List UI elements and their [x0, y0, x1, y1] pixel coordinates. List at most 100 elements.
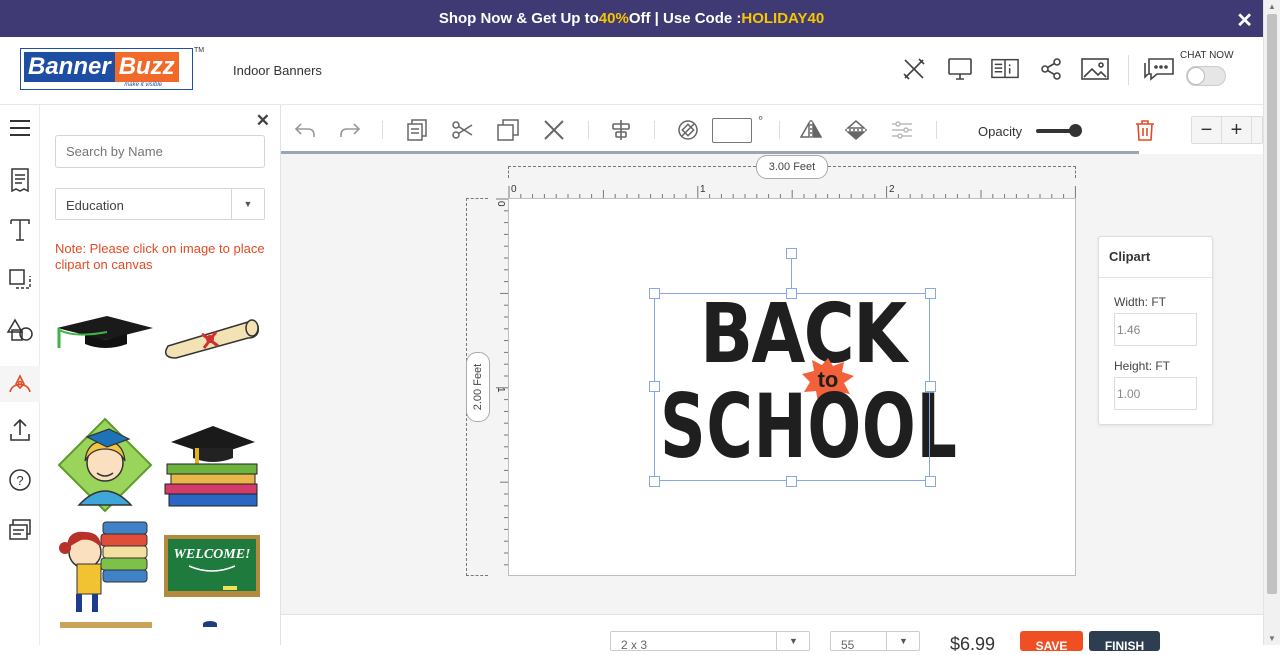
desktop-preview-icon[interactable] — [946, 55, 974, 83]
trademark: TM — [194, 47, 205, 54]
menu-icon[interactable] — [6, 114, 34, 142]
degree-symbol: ° — [758, 113, 764, 128]
scroll-down-icon[interactable]: ▼ — [1268, 634, 1276, 643]
category-select[interactable]: Education ▼ — [55, 188, 265, 220]
width-label: Width: FT — [1114, 295, 1167, 309]
help-icon[interactable]: ? — [6, 466, 34, 494]
clipart-girl-with-books[interactable] — [55, 517, 155, 615]
zoom-out-button[interactable]: − — [1192, 117, 1222, 143]
layers-icon[interactable] — [6, 516, 34, 544]
promo-code: HOLIDAY40 — [741, 10, 825, 27]
toolbar-divider — [588, 121, 589, 139]
height-dimension-pill: 2.00 Feet — [466, 352, 490, 422]
width-input[interactable]: 1.46 — [1114, 313, 1197, 346]
resize-handle-l[interactable] — [649, 381, 660, 392]
clipart-graduation-cap[interactable] — [55, 290, 155, 380]
save-button[interactable]: SAVE — [1020, 631, 1083, 653]
resize-handle-t[interactable] — [786, 288, 797, 299]
promo-percent: 40% — [598, 10, 629, 27]
page-scrollbar[interactable]: ▲ ▼ — [1263, 0, 1280, 645]
flip-vertical-icon[interactable] — [843, 118, 869, 142]
clipart-note: Note: Please click on image to place cli… — [55, 241, 265, 272]
delete-x-icon[interactable] — [541, 118, 567, 142]
resize-handle-tr[interactable] — [925, 288, 936, 299]
templates-icon[interactable] — [6, 166, 34, 194]
text-icon[interactable] — [6, 216, 34, 244]
chevron-down-icon[interactable]: ▼ — [886, 631, 920, 651]
redo-icon[interactable] — [337, 118, 363, 142]
rotation-input[interactable] — [712, 118, 752, 143]
adjust-icon[interactable] — [889, 118, 915, 142]
toggle-knob — [1187, 67, 1205, 85]
copy-icon[interactable] — [495, 118, 521, 142]
background-icon[interactable] — [6, 266, 34, 294]
details-icon[interactable] — [991, 55, 1019, 83]
search-input[interactable] — [55, 135, 265, 168]
clipart-partial[interactable] — [60, 622, 152, 628]
close-promo-icon[interactable]: ✕ — [1236, 8, 1253, 33]
ruler-h-label: 0 — [511, 184, 517, 195]
properties-divider — [1099, 277, 1212, 278]
promo-middle: Off | Use Code : — [628, 10, 742, 27]
chevron-down-icon[interactable]: ▼ — [231, 189, 264, 219]
align-icon[interactable] — [608, 118, 634, 142]
finish-button[interactable]: FINISH — [1089, 631, 1160, 653]
resize-handle-br[interactable] — [925, 476, 936, 487]
selection-box[interactable] — [654, 293, 930, 481]
upload-icon[interactable] — [6, 416, 34, 444]
chevron-down-icon[interactable]: ▼ — [776, 631, 810, 651]
scrollbar-thumb[interactable] — [1267, 14, 1277, 594]
left-toolbar: ? — [0, 105, 40, 645]
scroll-up-icon[interactable]: ▲ — [1268, 2, 1276, 11]
resize-handle-r[interactable] — [925, 381, 936, 392]
resize-handle-tl[interactable] — [649, 288, 660, 299]
share-icon[interactable] — [1037, 55, 1065, 83]
promo-banner: Shop Now & Get Up to 40% Off | Use Code … — [0, 0, 1263, 37]
trash-icon[interactable] — [1132, 118, 1158, 142]
editor-toolbar: ° Opacity − + — [281, 105, 1263, 154]
cut-icon[interactable] — [449, 118, 475, 142]
clipart-welcome-chalkboard[interactable]: WELCOME! — [162, 517, 262, 615]
promo-prefix: Shop Now & Get Up to — [438, 10, 599, 27]
height-input[interactable]: 1.00 — [1114, 377, 1197, 410]
breadcrumb[interactable]: Indoor Banners — [233, 63, 322, 78]
vertical-ruler: 0 1 — [495, 198, 508, 566]
image-preview-icon[interactable] — [1081, 55, 1109, 83]
opacity-label: Opacity — [978, 124, 1023, 139]
clipart-properties: Clipart Width: FT 1.46 Height: FT 1.00 — [1098, 236, 1213, 425]
logo-part2: Buzz — [114, 52, 179, 82]
paste-icon[interactable] — [404, 118, 430, 142]
toolbar-divider — [654, 121, 655, 139]
clipart-graduate-girl[interactable] — [55, 415, 155, 515]
zoom-in-button[interactable]: + — [1222, 117, 1252, 143]
toolbar-divider — [382, 121, 383, 139]
shapes-icon[interactable] — [6, 316, 34, 344]
toolbar-divider — [779, 121, 780, 139]
chat-icon[interactable] — [1143, 55, 1175, 83]
clipart-diploma-scroll[interactable] — [162, 290, 262, 380]
toolbar-divider — [936, 121, 937, 139]
clipart-partial[interactable] — [203, 621, 217, 627]
rotate-icon[interactable] — [675, 118, 701, 142]
svg-text:WELCOME!: WELCOME! — [173, 547, 250, 562]
rotate-handle[interactable] — [786, 248, 797, 259]
category-value: Education — [66, 198, 124, 213]
resize-handle-b[interactable] — [786, 476, 797, 487]
chat-toggle[interactable] — [1186, 66, 1226, 86]
close-panel-icon[interactable]: ✕ — [256, 111, 270, 131]
logo-part1: Banner — [24, 52, 115, 82]
height-label: Height: FT — [1114, 359, 1171, 373]
svg-text:?: ? — [16, 473, 23, 488]
resize-handle-bl[interactable] — [649, 476, 660, 487]
ruler-v-label: 1 — [495, 387, 506, 393]
design-tools-icon[interactable] — [900, 55, 928, 83]
zoom-controls: − + — [1191, 116, 1263, 144]
opacity-slider-knob[interactable] — [1069, 124, 1082, 137]
logo[interactable]: Banner Buzz make it visible — [20, 48, 193, 90]
chat-now-label: CHAT NOW — [1180, 50, 1234, 61]
clipart-books-with-cap[interactable] — [162, 415, 262, 515]
flip-horizontal-icon[interactable] — [798, 118, 824, 142]
opacity-slider[interactable] — [1036, 124, 1082, 137]
undo-icon[interactable] — [292, 118, 318, 142]
clipart-icon[interactable] — [0, 366, 40, 402]
